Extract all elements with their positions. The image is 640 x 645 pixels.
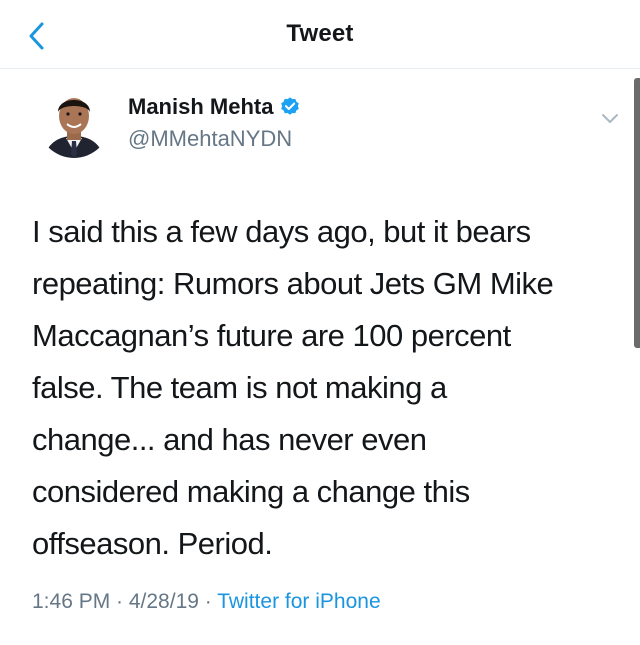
author-handle[interactable]: @MMehtaNYDN [128,126,301,152]
avatar[interactable] [38,86,110,158]
chevron-down-icon[interactable] [598,106,622,130]
tweet-meta: 1:46 PM · 4/28/19 · Twitter for iPhone [32,590,381,614]
page-title: Tweet [286,20,354,47]
tweet-timestamp: 1:46 PM · 4/28/19 · [32,590,218,613]
verified-badge-icon [281,97,300,115]
author-info: Manish Mehta @MMehtaNYDN [128,92,301,152]
scrollbar[interactable] [634,78,640,348]
author-name[interactable]: Manish Mehta [128,94,273,120]
tweet-source-link[interactable]: Twitter for iPhone [217,590,380,613]
avatar-image [38,86,110,158]
tweet-text: I said this a few days ago, but it bears… [32,214,554,561]
top-bar: Tweet [0,0,640,69]
author-name-row: Manish Mehta [128,92,301,122]
